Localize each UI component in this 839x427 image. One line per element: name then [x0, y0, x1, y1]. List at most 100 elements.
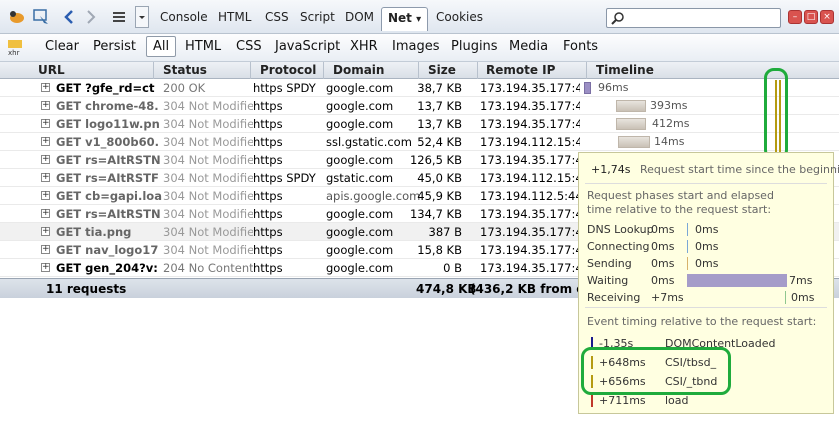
request-url: GET gen_204?v: — [56, 261, 158, 275]
expand-icon[interactable]: + — [41, 101, 50, 110]
filter-css[interactable]: CSS — [236, 39, 262, 54]
phase-name: Sending — [587, 257, 632, 270]
filter-xhr[interactable]: XHR — [350, 39, 378, 54]
tab-cookies[interactable]: Cookies — [436, 10, 483, 24]
events-heading: Event timing relative to the request sta… — [587, 315, 817, 328]
filter-all[interactable]: All — [146, 36, 177, 57]
table-header: URL Status Protocol Domain Size Remote I… — [0, 62, 839, 79]
request-size: 387 B — [428, 225, 463, 239]
minimize-icon[interactable]: – — [788, 10, 802, 24]
expand-icon[interactable]: + — [41, 137, 50, 146]
phase-start: +7ms — [651, 291, 684, 304]
filter-images[interactable]: Images — [392, 39, 440, 54]
clear-button[interactable]: Clear — [45, 39, 79, 54]
filter-plugins[interactable]: Plugins — [451, 39, 498, 54]
col-url[interactable]: URL — [38, 63, 65, 77]
col-size[interactable]: Size — [428, 63, 456, 77]
phase-name: DNS Lookup — [587, 223, 654, 236]
timeline-bar — [616, 118, 646, 130]
request-protocol: https — [253, 225, 283, 239]
tab-script[interactable]: Script — [300, 10, 335, 24]
tab-css[interactable]: CSS — [265, 10, 289, 24]
table-row[interactable]: + GET logo11w.pn 304 Not Modified https … — [0, 115, 839, 133]
request-url: GET nav_logo17 — [56, 243, 159, 257]
timeline-duration: 96ms — [598, 81, 629, 94]
phases-heading: Request phases start and elapsed time re… — [587, 189, 774, 216]
phase-name: Waiting — [587, 274, 629, 287]
col-status[interactable]: Status — [163, 63, 207, 77]
inspect-icon[interactable] — [32, 8, 50, 26]
request-url: GET chrome-48. — [56, 99, 159, 113]
tab-console[interactable]: Console — [160, 10, 208, 24]
request-remote-ip: 173.194.112.15:443 — [480, 135, 580, 149]
timeline-bar — [618, 136, 650, 148]
col-timeline[interactable]: Timeline — [596, 63, 654, 77]
request-size: 38,7 KB — [417, 81, 462, 95]
request-remote-ip: 173.194.35.177:443 — [480, 261, 580, 275]
request-remote-ip: 173.194.35.177:443 — [480, 153, 580, 167]
request-size: 0 B — [443, 261, 462, 275]
request-remote-ip: 173.194.35.177:443 — [480, 225, 580, 239]
expand-icon[interactable]: + — [41, 155, 50, 164]
cached-size: (436,2 KB from cac — [470, 282, 578, 296]
dns-marker — [687, 223, 688, 236]
tab-html[interactable]: HTML — [218, 10, 251, 24]
table-row[interactable]: + GET chrome-48. 304 Not Modified https … — [0, 97, 839, 115]
expand-icon[interactable]: + — [41, 245, 50, 254]
filter-fonts[interactable]: Fonts — [563, 39, 598, 54]
request-url: GET cb=gapi.loa — [56, 189, 162, 203]
request-remote-ip: 173.194.112.15:443 — [480, 171, 580, 185]
menu-icon[interactable] — [110, 8, 128, 26]
expand-icon[interactable]: + — [41, 191, 50, 200]
request-protocol: https — [253, 261, 283, 275]
forward-icon[interactable] — [82, 8, 100, 26]
expand-icon[interactable]: + — [41, 83, 50, 92]
search-icon — [611, 11, 625, 28]
col-protocol[interactable]: Protocol — [260, 63, 316, 77]
table-row[interactable]: + GET v1_800b60. 304 Not Modified https … — [0, 133, 839, 151]
phase-start: 0ms — [651, 274, 675, 287]
net-filter-toolbar: xhr Clear Persist All HTML CSS JavaScrip… — [0, 34, 839, 62]
request-status: 304 Not Modified — [163, 225, 253, 239]
phase-name: Connecting — [587, 240, 650, 253]
filter-media[interactable]: Media — [509, 39, 548, 54]
request-size: 45,9 KB — [417, 189, 462, 203]
close-icon[interactable]: × — [820, 10, 834, 24]
request-protocol: https — [253, 99, 283, 113]
firebug-icon[interactable] — [8, 8, 26, 26]
request-protocol: https — [253, 243, 283, 257]
tab-dom[interactable]: DOM — [345, 10, 374, 24]
request-size: 134,7 KB — [409, 207, 462, 221]
tab-net[interactable]: Net ▾ — [381, 7, 429, 31]
timeline-bar — [584, 82, 591, 94]
request-status: 304 Not Modified — [163, 207, 253, 221]
col-domain[interactable]: Domain — [333, 63, 384, 77]
request-remote-ip: 173.194.35.177:443 — [480, 207, 580, 221]
request-protocol: https — [253, 117, 283, 131]
persist-button[interactable]: Persist — [93, 39, 136, 54]
request-status: 304 Not Modified — [163, 153, 253, 167]
request-status: 304 Not Modified — [163, 189, 253, 203]
request-size: 126,5 KB — [409, 153, 462, 167]
request-protocol: https — [253, 207, 283, 221]
phase-start: 0ms — [651, 223, 675, 236]
back-icon[interactable] — [60, 8, 78, 26]
detach-icon[interactable]: □ — [804, 10, 818, 24]
expand-icon[interactable]: + — [41, 263, 50, 272]
receive-marker — [785, 291, 786, 304]
menu-dropdown-icon[interactable] — [135, 6, 149, 28]
col-remote-ip[interactable]: Remote IP — [486, 63, 555, 77]
request-protocol: https SPDY — [253, 81, 316, 95]
request-status: 304 Not Modified — [163, 243, 253, 257]
expand-icon[interactable]: + — [41, 209, 50, 218]
expand-icon[interactable]: + — [41, 227, 50, 236]
expand-icon[interactable]: + — [41, 173, 50, 182]
search-input[interactable] — [606, 8, 781, 28]
request-protocol: https — [253, 153, 283, 167]
filter-html[interactable]: HTML — [185, 39, 221, 54]
table-row[interactable]: + GET ?gfe_rd=ct 200 OK https SPDY googl… — [0, 79, 839, 97]
filter-javascript[interactable]: JavaScript — [275, 39, 340, 54]
request-remote-ip: 173.194.35.177:443 — [480, 81, 580, 95]
request-url: GET ?gfe_rd=ct — [56, 81, 155, 95]
expand-icon[interactable]: + — [41, 119, 50, 128]
